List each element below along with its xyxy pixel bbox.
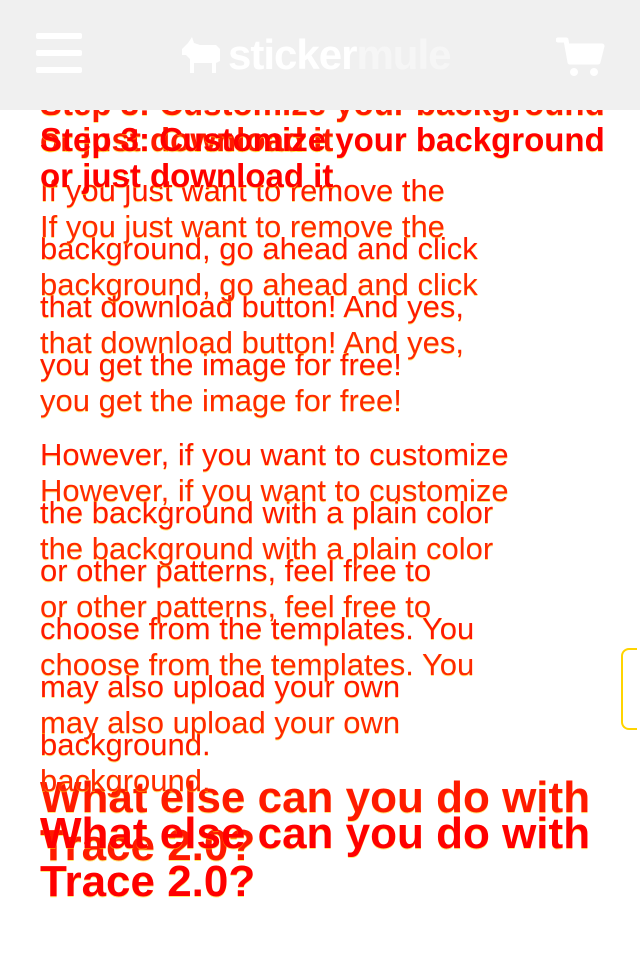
scrollbar-thumb[interactable] <box>621 648 637 730</box>
paragraph-customize: However, if you want to customize the ba… <box>40 473 509 798</box>
mule-logo-icon <box>178 35 224 75</box>
menu-bar <box>36 50 82 56</box>
menu-bar <box>36 67 82 73</box>
menu-bar <box>36 33 82 39</box>
section-heading: What else can you do with Trace 2.0? <box>40 809 591 906</box>
logo-wordmark: stickermule <box>228 30 451 80</box>
article-content: Step 3: Customize your background or jus… <box>0 0 640 959</box>
hamburger-menu-icon[interactable] <box>36 33 82 73</box>
article-main-layer: Step 3: Customize your background or jus… <box>40 122 610 906</box>
stickermule-logo[interactable]: stickermule <box>178 30 451 80</box>
logo-text-dim: mule <box>356 31 451 78</box>
site-header: stickermule <box>0 0 640 110</box>
shopping-cart-icon[interactable] <box>555 36 606 78</box>
page: Step 3: Customize your background or jus… <box>0 0 640 959</box>
logo-text-main: sticker <box>228 31 357 78</box>
paragraph-remove-background: If you just want to remove the backgroun… <box>40 209 478 418</box>
step-heading: Step 3: Customize your background or jus… <box>40 121 605 194</box>
